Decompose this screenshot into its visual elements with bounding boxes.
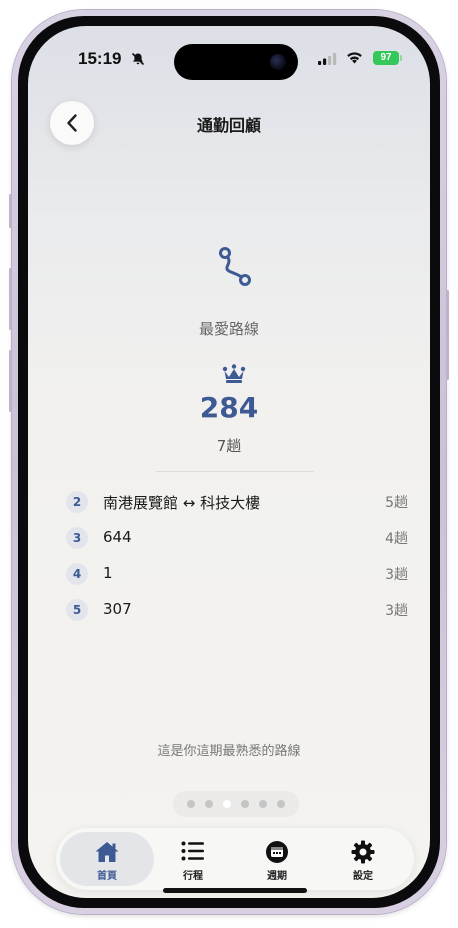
calendar-icon (266, 841, 288, 863)
list-item: 5 307 3趟 (66, 599, 408, 623)
trip-count: 3趟 (385, 603, 408, 619)
caption-text: 這是你這期最熟悉的路線 (157, 744, 301, 759)
gear-icon (351, 840, 375, 864)
wifi-icon (347, 52, 362, 64)
page-title: 通勤回顧 (196, 116, 261, 135)
tab-label: 設定 (353, 871, 373, 882)
tab-home[interactable]: 首頁 (60, 832, 154, 886)
battery-tip (400, 55, 402, 61)
list-item: 4 1 3趟 (66, 563, 408, 587)
dynamic-island (174, 44, 298, 80)
bezel: 15:19 97 通勤回顧 最愛路線 284 7趟 2 南港展覽館 ↔ 科技大樓… (18, 16, 440, 908)
battery-level: 97 (373, 51, 399, 65)
route-name: 644 (103, 528, 132, 546)
list-item: 2 南港展覽館 ↔ 科技大樓 5趟 (66, 491, 408, 515)
page-dot[interactable] (241, 800, 249, 808)
tab-bar: 首頁 行程 週期 設定 (56, 828, 414, 890)
page-dot[interactable] (187, 800, 195, 808)
route-name: 1 (103, 564, 113, 582)
page-dot-active[interactable] (223, 800, 231, 808)
volume-up-button (9, 268, 12, 330)
crown-icon (222, 364, 246, 383)
tab-period[interactable]: 週期 (230, 832, 324, 886)
list-item: 3 644 4趟 (66, 527, 408, 551)
rank-badge: 4 (66, 563, 88, 585)
page-dot[interactable] (259, 800, 267, 808)
tab-label: 週期 (267, 871, 287, 882)
favorite-route-label: 最愛路線 (198, 320, 259, 338)
volume-down-button (9, 350, 12, 412)
home-icon (95, 842, 119, 862)
top-route-name: 284 (199, 391, 259, 424)
tab-settings[interactable]: 設定 (316, 832, 410, 886)
silent-bell-icon (131, 52, 145, 66)
action-button (9, 194, 12, 228)
rank-badge: 2 (66, 491, 88, 513)
power-button (446, 290, 449, 380)
trip-count: 4趟 (385, 531, 408, 547)
tab-trips[interactable]: 行程 (146, 832, 240, 886)
top-route-trips: 7趟 (216, 437, 242, 455)
camera-icon (270, 54, 286, 70)
trip-count: 5趟 (385, 495, 408, 511)
route-name: 南港展覽館 ↔ 科技大樓 (103, 494, 261, 512)
rank-badge: 3 (66, 527, 88, 549)
tab-label: 行程 (183, 871, 203, 882)
divider (156, 471, 314, 472)
screen: 15:19 97 通勤回顧 最愛路線 284 7趟 2 南港展覽館 ↔ 科技大樓… (28, 26, 430, 898)
tab-label: 首頁 (97, 871, 117, 882)
status-time: 15:19 (78, 49, 122, 68)
page-dot[interactable] (277, 800, 285, 808)
list-icon (181, 841, 204, 861)
rank-badge: 5 (66, 599, 88, 621)
phone-frame: 15:19 97 通勤回顧 最愛路線 284 7趟 2 南港展覽館 ↔ 科技大樓… (9, 10, 449, 914)
route-name: 307 (103, 600, 132, 618)
page-indicator[interactable] (173, 791, 299, 817)
trip-count: 3趟 (385, 567, 408, 583)
cellular-signal-icon (318, 53, 337, 65)
route-icon (219, 247, 251, 286)
home-indicator[interactable] (163, 888, 307, 893)
page-dot[interactable] (205, 800, 213, 808)
